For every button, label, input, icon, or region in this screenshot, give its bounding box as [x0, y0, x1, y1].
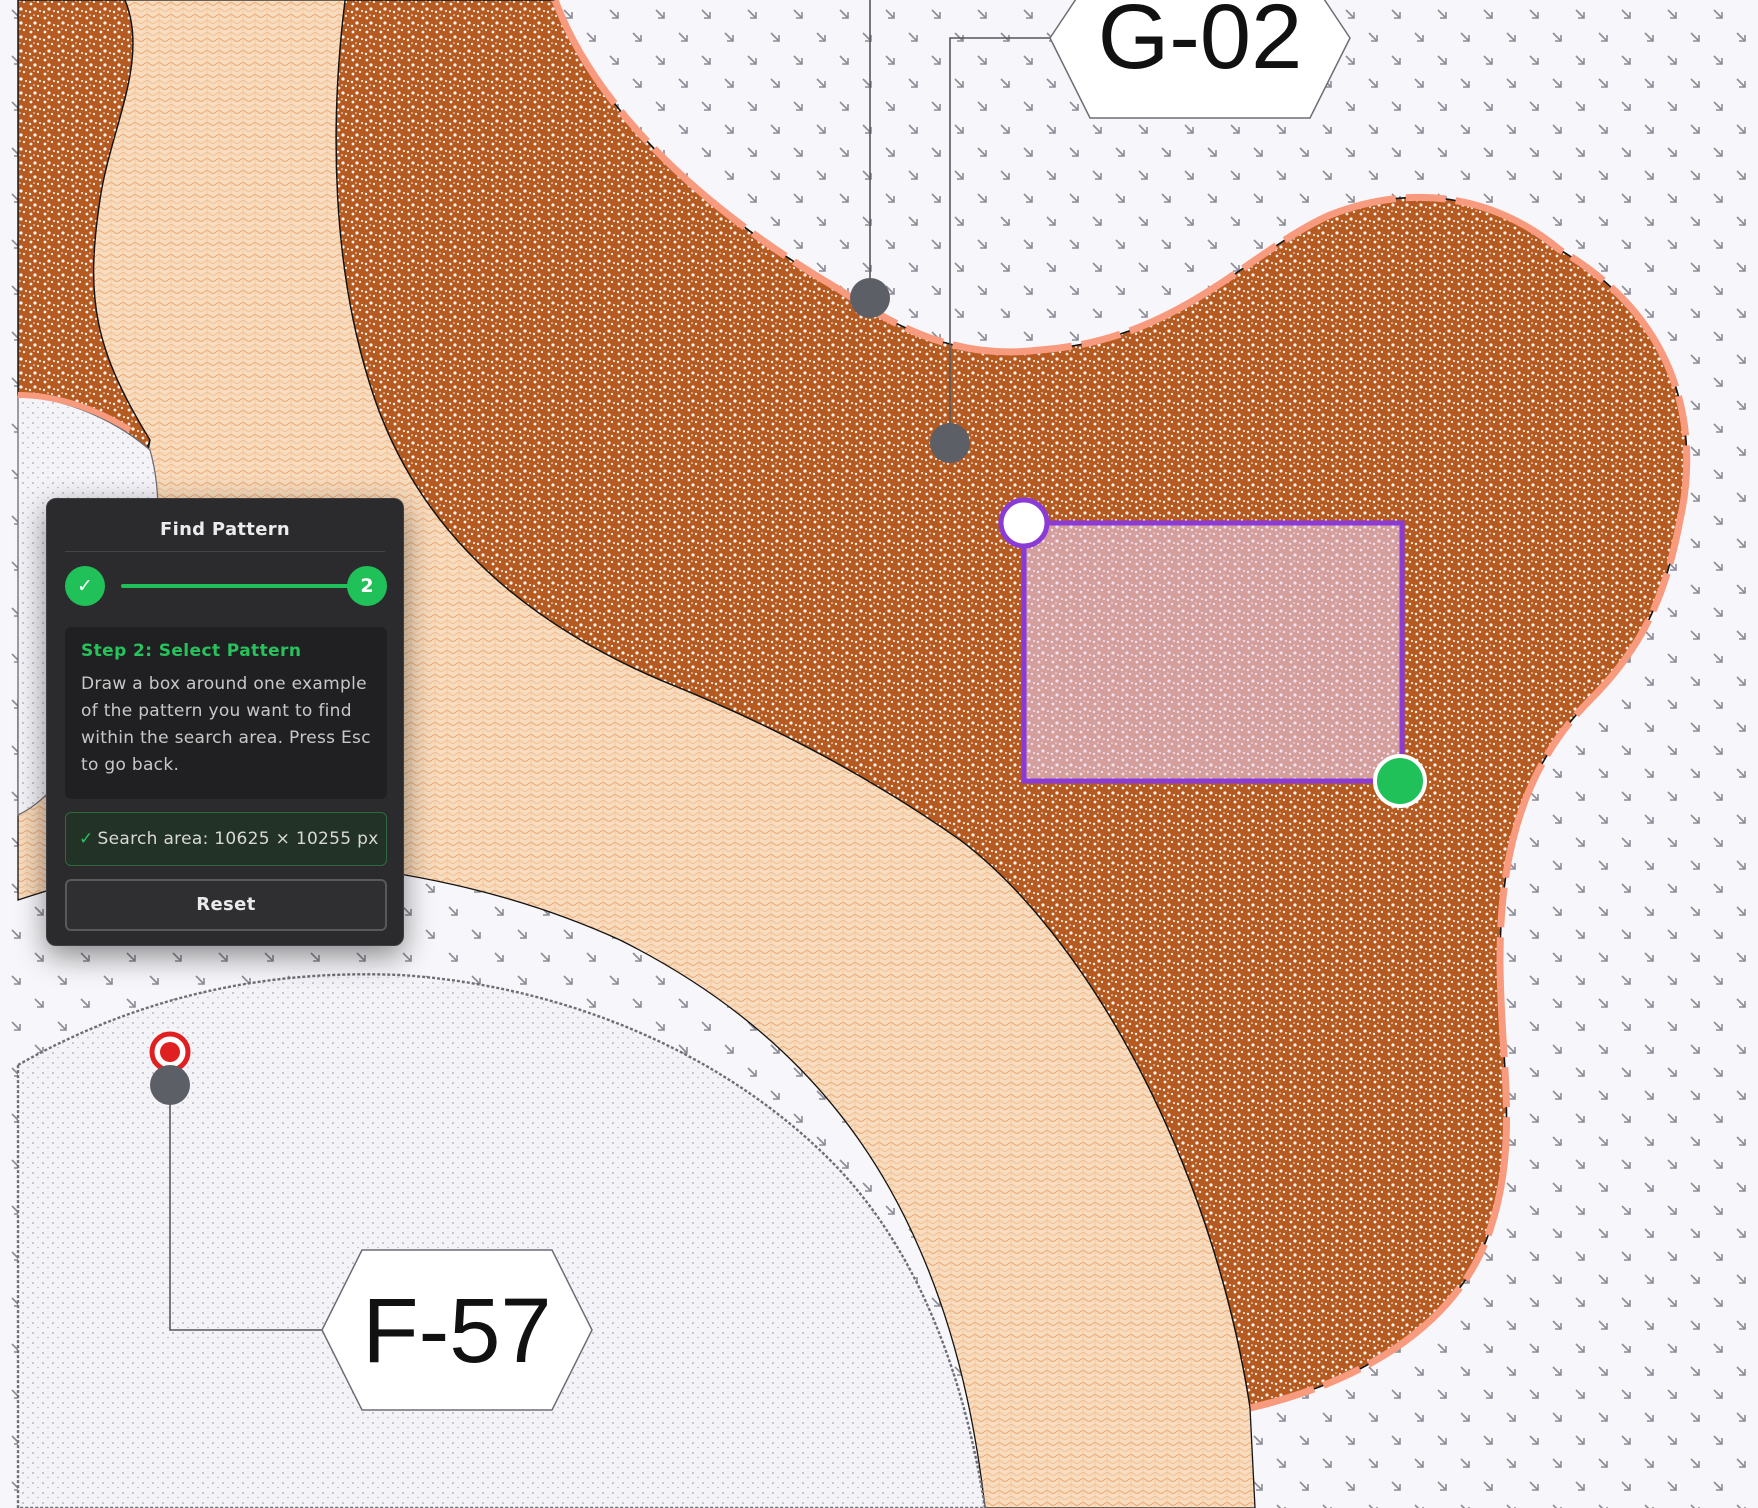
- anchor-dot-g02-a[interactable]: [850, 278, 890, 318]
- step-title: Step 2: Select Pattern: [81, 641, 302, 661]
- selection-handle-end[interactable]: [1373, 754, 1427, 808]
- search-area-check-icon: ✓: [79, 829, 94, 849]
- anchor-dot-g02-b[interactable]: [930, 423, 970, 463]
- step-progress-line: [121, 584, 379, 588]
- search-area-text: Search area: 10625 × 10255 px: [97, 829, 379, 849]
- search-area-status: ✓ Search area: 10625 × 10255 px: [65, 812, 387, 866]
- find-pattern-panel: Find Pattern ✓ 2 Step 2: Select Pattern …: [46, 498, 404, 946]
- panel-divider: [65, 551, 385, 552]
- selection-handle-start[interactable]: [998, 497, 1050, 549]
- panel-title: Find Pattern: [160, 519, 290, 540]
- anchor-dot-f57[interactable]: [150, 1065, 190, 1105]
- step-2-active-indicator: 2: [347, 566, 387, 606]
- label-g02-text: G-02: [1098, 0, 1303, 88]
- step-1-complete-indicator: ✓: [65, 566, 105, 606]
- step-info-card: Step 2: Select Pattern Draw a box around…: [65, 627, 387, 799]
- label-f57-text: F-57: [362, 1280, 551, 1382]
- step-description: Draw a box around one example of the pat…: [81, 674, 371, 775]
- pattern-selection-box[interactable]: [1021, 520, 1405, 784]
- label-f57[interactable]: F-57: [321, 1249, 593, 1411]
- marker-dot-red: [160, 1042, 180, 1062]
- step-2-number: 2: [360, 575, 374, 597]
- label-g02[interactable]: G-02: [1049, 0, 1351, 119]
- reset-button[interactable]: Reset: [65, 879, 387, 931]
- check-icon: ✓: [77, 575, 93, 597]
